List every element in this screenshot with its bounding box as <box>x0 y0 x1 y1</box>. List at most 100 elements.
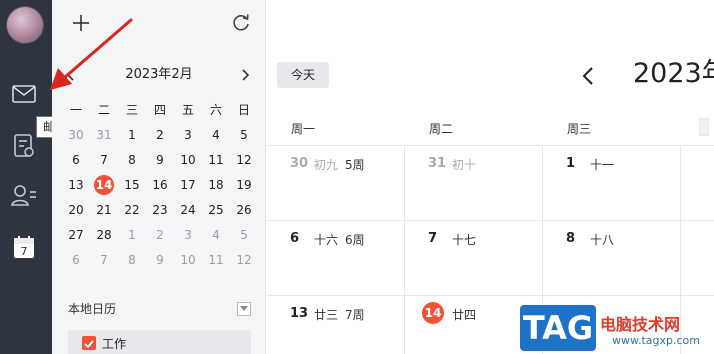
mini-day[interactable]: 10 <box>174 148 202 173</box>
day-cell[interactable] <box>681 146 714 221</box>
weekday-header: 周二 <box>429 122 454 136</box>
contacts-icon[interactable] <box>10 181 38 209</box>
local-calendars-toggle[interactable] <box>237 302 251 316</box>
mini-day[interactable]: 22 <box>118 198 146 223</box>
mini-weekday-label: 日 <box>237 103 250 117</box>
calendar-icon-day: 7 <box>21 245 28 258</box>
avatar[interactable] <box>6 6 44 44</box>
mini-day[interactable]: 16 <box>146 173 174 198</box>
mini-day[interactable]: 23 <box>146 198 174 223</box>
watermark-site-name: 电脑技术网 <box>600 315 681 334</box>
mini-calendar-grid: 一二三四五六日 30 31 1 2 3 4 5 6 7 8 9 10 11 12 13 14 15 16 17 18 19… <box>62 98 258 273</box>
day-number: 8 <box>566 231 576 246</box>
mini-day[interactable]: 6 <box>62 148 90 173</box>
mini-day[interactable]: 9 <box>146 148 174 173</box>
mini-day[interactable]: 20 <box>62 198 90 223</box>
day-number: 6 <box>290 231 300 246</box>
day-cell[interactable]: 13 廿三 7周 <box>267 296 405 354</box>
mini-calendar-title: 2023年2月 <box>125 67 193 82</box>
calendar-item-work[interactable]: 工作 <box>68 330 251 354</box>
mini-day[interactable]: 1 <box>118 123 146 148</box>
mini-day[interactable]: 8 <box>118 148 146 173</box>
mini-day[interactable]: 7 <box>90 148 118 173</box>
notes-icon[interactable] <box>10 132 38 160</box>
mini-weekday-label: 一 <box>69 103 82 117</box>
scroll-right-indicator <box>698 117 710 139</box>
mini-day[interactable]: 24 <box>174 198 202 223</box>
mini-day[interactable]: 25 <box>202 198 230 223</box>
mini-weekday-label: 五 <box>181 103 194 117</box>
mini-day[interactable]: 1 <box>118 223 146 248</box>
lunar-date: 廿三 <box>314 308 339 322</box>
mini-day[interactable]: 30 <box>62 123 90 148</box>
main-calendar: 今天 2023年 周一 周二 周三 30 初九 5周 31 初十 1 十一 6 十六 6周 7 十七 8… <box>267 0 714 354</box>
mini-day[interactable]: 6 <box>62 248 90 273</box>
today-button[interactable]: 今天 <box>277 62 329 88</box>
lunar-date: 廿四 <box>452 308 477 322</box>
mini-weekday-label: 二 <box>97 103 110 117</box>
checkbox-checked-icon[interactable] <box>82 336 96 350</box>
today-date-badge: 14 <box>422 302 444 324</box>
mini-day[interactable]: 7 <box>90 248 118 273</box>
mini-day[interactable]: 26 <box>230 198 258 223</box>
mini-day[interactable]: 31 <box>90 123 118 148</box>
mini-day[interactable]: 11 <box>202 248 230 273</box>
mail-icon[interactable] <box>10 80 38 108</box>
watermark-url: www.tagxp.com <box>612 334 700 347</box>
mini-weekday-label: 四 <box>153 103 166 117</box>
mini-day[interactable]: 3 <box>174 223 202 248</box>
day-cell[interactable]: 6 十六 6周 <box>267 221 405 296</box>
mini-day[interactable]: 11 <box>202 148 230 173</box>
local-calendars-label: 本地日历 <box>68 302 117 316</box>
mini-day[interactable]: 4 <box>202 123 230 148</box>
mini-day[interactable]: 12 <box>230 248 258 273</box>
mini-day[interactable]: 21 <box>90 198 118 223</box>
mini-day[interactable]: 10 <box>174 248 202 273</box>
mini-day[interactable]: 13 <box>62 173 90 198</box>
day-cell[interactable]: 8 十八 <box>543 221 681 296</box>
mini-day[interactable]: 17 <box>174 173 202 198</box>
weekday-header: 周一 <box>291 122 316 136</box>
mini-calendar-header: 2023年2月 <box>52 64 266 86</box>
app-rail: 7 <box>0 0 52 354</box>
watermark-logo: TAG <box>520 305 596 351</box>
day-number: 31 <box>428 156 447 171</box>
lunar-date: 十七 <box>452 233 477 247</box>
mini-day[interactable]: 2 <box>146 123 174 148</box>
calendar-item-label: 工作 <box>102 337 127 351</box>
mini-next-month-button[interactable] <box>238 64 254 86</box>
mini-day[interactable]: 3 <box>174 123 202 148</box>
day-number: 30 <box>290 156 309 171</box>
mini-day[interactable]: 15 <box>118 173 146 198</box>
mini-day[interactable]: 8 <box>118 248 146 273</box>
mini-day[interactable]: 2 <box>146 223 174 248</box>
refresh-button[interactable] <box>228 10 254 36</box>
day-cell[interactable]: 30 初九 5周 <box>267 146 405 221</box>
mini-day[interactable]: 4 <box>202 223 230 248</box>
mini-day[interactable]: 18 <box>202 173 230 198</box>
day-cell[interactable] <box>681 221 714 296</box>
calendar-icon[interactable]: 7 <box>10 233 38 261</box>
mini-day[interactable]: 5 <box>230 123 258 148</box>
weekday-header-row: 周一 周二 周三 <box>267 112 714 146</box>
plus-icon <box>73 15 89 31</box>
day-cell[interactable]: 7 十七 <box>405 221 543 296</box>
lunar-date: 十六 <box>314 233 339 247</box>
day-cell[interactable]: 1 十一 <box>543 146 681 221</box>
mini-day[interactable]: 19 <box>230 173 258 198</box>
mini-day[interactable]: 14 <box>90 173 118 198</box>
refresh-icon <box>233 14 249 31</box>
new-event-button[interactable] <box>68 10 94 36</box>
weekday-header: 周三 <box>567 122 592 136</box>
week-number: 7周 <box>345 308 365 322</box>
day-number: 13 <box>290 306 309 321</box>
mini-day[interactable]: 5 <box>230 223 258 248</box>
sidebar: 2023年2月 一二三四五六日 30 31 1 2 3 4 5 6 7 8 9 10 11 12 13 14 15… <box>52 0 266 354</box>
mini-day[interactable]: 28 <box>90 223 118 248</box>
month-title: 2023年 <box>633 58 714 89</box>
prev-month-button[interactable] <box>577 64 599 88</box>
mini-day[interactable]: 9 <box>146 248 174 273</box>
mini-day[interactable]: 27 <box>62 223 90 248</box>
mini-day[interactable]: 12 <box>230 148 258 173</box>
day-cell[interactable]: 31 初十 <box>405 146 543 221</box>
